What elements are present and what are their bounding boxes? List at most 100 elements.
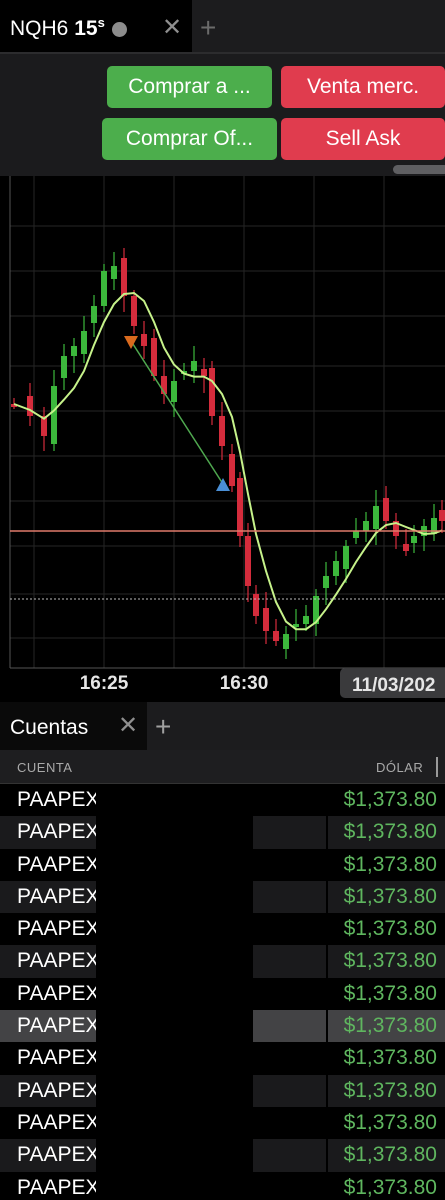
table-row[interactable]: PAAPEX $1,373.80: [0, 1042, 445, 1075]
close-icon[interactable]: ✕: [118, 713, 138, 739]
x-tick-1630: 16:30: [220, 673, 269, 694]
table-row[interactable]: PAAPEX $1,373.80: [0, 1010, 445, 1043]
account-name-cell: PAAPEX: [0, 880, 100, 914]
accounts-tab[interactable]: Cuentas ✕: [0, 702, 147, 750]
account-name: PAAPEX: [17, 852, 100, 876]
date-label: 11/03/202: [352, 675, 435, 696]
account-name-cell: PAAPEX: [0, 945, 99, 978]
candle-body: [373, 506, 379, 529]
buy-bid-button[interactable]: Comprar Of...: [102, 118, 277, 160]
candle-body: [61, 356, 67, 378]
redacted-area: [96, 1171, 253, 1200]
redacted-area: [96, 880, 253, 914]
table-row[interactable]: PAAPEX $1,373.80: [0, 1074, 445, 1107]
dollar-value: $1,373.80: [343, 981, 437, 1005]
dollar-value-cell: $1,373.80: [328, 880, 445, 914]
column-header-account[interactable]: CUENTA: [17, 760, 72, 775]
redacted-area: [96, 913, 253, 946]
panel-scrollbar[interactable]: [393, 165, 445, 174]
account-name: PAAPEX: [17, 1046, 100, 1070]
table-row[interactable]: PAAPEX $1,373.80: [0, 977, 445, 1011]
sell-market-button[interactable]: Venta merc.: [281, 66, 445, 108]
redacted-area: [96, 1010, 253, 1043]
candle-body: [81, 331, 87, 354]
account-name-cell: PAAPEX: [0, 1074, 99, 1107]
accounts-table-body: PAAPEX $1,373.80 PAAPEX $1,373.80 PAAPEX $1,3…: [0, 784, 445, 1200]
candle-body: [91, 306, 97, 323]
candle-body: [303, 616, 309, 624]
candle-body: [363, 521, 369, 531]
account-name: PAAPEX: [17, 917, 100, 941]
table-row[interactable]: PAAPEX $1,373.80: [0, 1171, 445, 1200]
redacted-area: [96, 977, 253, 1011]
candle-body: [101, 271, 107, 306]
table-row[interactable]: PAAPEX $1,373.80: [0, 945, 445, 978]
table-row[interactable]: PAAPEX $1,373.80: [0, 1106, 445, 1140]
candle-body: [253, 594, 259, 616]
account-name: PAAPEX: [17, 884, 100, 908]
account-name-cell: PAAPEX: [0, 977, 99, 1011]
dollar-value: $1,373.80: [343, 1143, 437, 1167]
dollar-value: $1,373.80: [343, 820, 437, 844]
dollar-value-cell: $1,373.80: [328, 913, 445, 946]
table-row[interactable]: PAAPEX $1,373.80: [0, 913, 445, 946]
redacted-area: [96, 1106, 253, 1140]
dollar-value: $1,373.80: [343, 1110, 437, 1134]
account-name-cell: PAAPEX: [0, 913, 100, 946]
candle-body: [229, 454, 235, 486]
candle-body: [283, 634, 289, 649]
interval-label: 15: [74, 17, 98, 40]
candle-body: [439, 510, 445, 521]
close-icon[interactable]: ✕: [162, 15, 182, 41]
dollar-value-cell: $1,373.80: [328, 816, 445, 849]
add-tab-icon[interactable]: +: [200, 13, 216, 43]
candle-body: [71, 346, 77, 356]
table-row[interactable]: PAAPEX $1,373.80: [0, 784, 445, 817]
sell-ask-button[interactable]: Sell Ask: [281, 118, 445, 160]
account-extra-cell: [253, 1106, 326, 1140]
accounts-tab-bar: Cuentas ✕ +: [0, 702, 445, 750]
account-name-cell: PAAPEX: [0, 784, 100, 817]
chart-canvas[interactable]: 16:25 16:30 11/03/202: [0, 176, 445, 700]
candle-body: [151, 338, 157, 376]
table-row[interactable]: PAAPEX $1,373.80: [0, 1139, 445, 1172]
account-name: PAAPEX: [17, 788, 100, 811]
account-extra-cell: [253, 1171, 326, 1200]
table-row[interactable]: PAAPEX $1,373.80: [0, 880, 445, 914]
candle-body: [353, 531, 359, 538]
column-resize-handle[interactable]: [436, 757, 438, 777]
chart-tab-bar: NQH6 15s ✕ +: [0, 0, 445, 56]
chart-grid: [10, 176, 445, 668]
account-extra-cell: [253, 1010, 326, 1043]
candle-body: [111, 266, 117, 279]
dollar-value: $1,373.80: [343, 1175, 437, 1199]
buy-marker-icon: [216, 478, 230, 491]
table-row[interactable]: PAAPEX $1,373.80: [0, 816, 445, 849]
candle-body: [191, 361, 197, 371]
x-tick-1625: 16:25: [80, 673, 129, 694]
redacted-area: [96, 848, 253, 881]
buy-market-button[interactable]: Comprar a ...: [107, 66, 272, 108]
account-name-cell: PAAPEX: [0, 1010, 99, 1043]
chart-tab[interactable]: NQH6 15s ✕: [0, 0, 192, 56]
account-name-cell: PAAPEX: [0, 1106, 99, 1140]
candle-body: [209, 368, 215, 416]
candle-body: [201, 369, 207, 376]
add-tab-icon[interactable]: +: [155, 712, 171, 742]
candle-body: [323, 576, 329, 588]
account-name-cell: PAAPEX: [0, 1042, 100, 1075]
connection-status-dot: [112, 22, 127, 37]
candle-body: [171, 381, 177, 402]
dollar-value-cell: $1,373.80: [328, 1074, 445, 1107]
dollar-value: $1,373.80: [343, 917, 437, 941]
candle-body: [383, 498, 389, 521]
price-chart[interactable]: 16:25 16:30 11/03/202: [0, 176, 445, 700]
dollar-value-cell: $1,373.80: [328, 784, 445, 817]
table-row[interactable]: PAAPEX $1,373.80: [0, 848, 445, 881]
candle-body: [263, 608, 269, 631]
accounts-table-header: CUENTA DÓLAR: [0, 750, 445, 784]
column-header-dollar[interactable]: DÓLAR: [376, 760, 423, 775]
dollar-value-cell: $1,373.80: [328, 848, 445, 881]
dollar-value-cell: $1,373.80: [328, 977, 445, 1011]
candle-body: [237, 478, 243, 536]
